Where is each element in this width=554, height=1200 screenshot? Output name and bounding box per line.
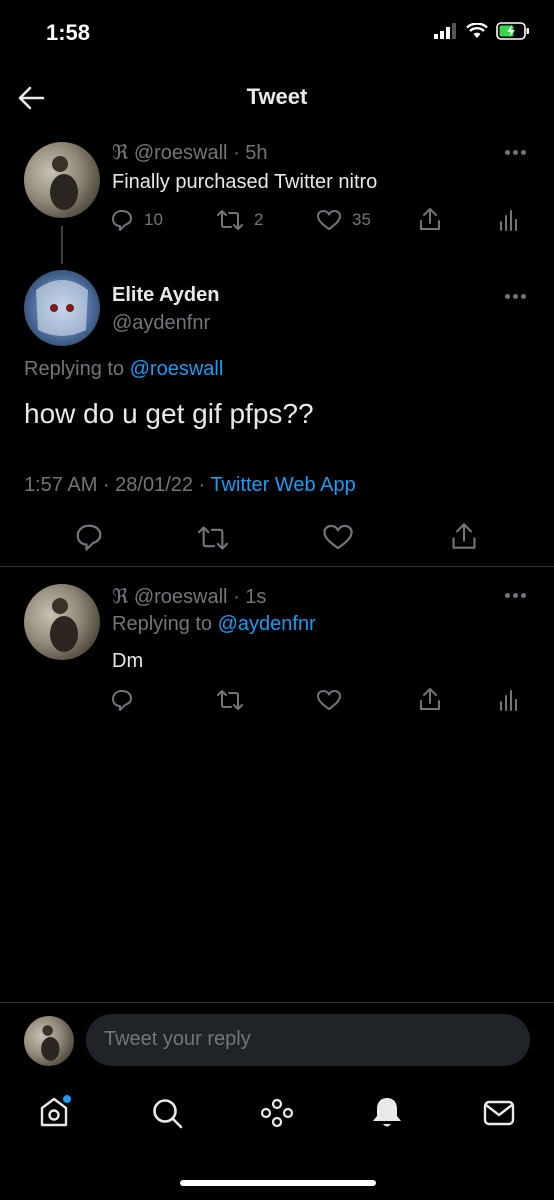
replying-to: Replying to @roeswall (24, 358, 223, 381)
battery-icon (496, 22, 529, 40)
divider (0, 566, 554, 567)
retweet-icon[interactable] (216, 688, 244, 712)
page-title: Tweet (246, 84, 308, 109)
tweet-time: · 1s (233, 586, 267, 608)
display-name[interactable]: Elite Ayden (112, 284, 219, 307)
replying-to-link[interactable]: @roeswall (130, 358, 224, 380)
reply-icon[interactable] (74, 522, 104, 552)
replying-prefix: Replying to (24, 358, 125, 380)
divider (0, 1002, 554, 1003)
more-options-icon[interactable] (505, 294, 531, 300)
avatar[interactable] (24, 1016, 74, 1066)
analytics-icon[interactable] (498, 208, 518, 232)
replying-prefix: Replying to (112, 613, 213, 635)
tweet-meta: 1:57 AM · 28/01/22 · Twitter Web App (24, 474, 356, 497)
replying-to-link[interactable]: @aydenfnr (218, 613, 316, 635)
tweet-header: ℜ @roeswall · 5h (112, 140, 268, 165)
source-link[interactable]: Twitter Web App (210, 474, 355, 496)
reply-icon[interactable] (110, 688, 134, 712)
username[interactable]: ℜ @roeswall (112, 142, 228, 164)
more-options-icon[interactable] (505, 150, 531, 156)
spaces-icon[interactable] (258, 1096, 296, 1130)
status-icons (434, 22, 530, 40)
share-icon[interactable] (418, 206, 442, 232)
heart-icon[interactable] (316, 688, 342, 712)
status-time: 1:58 (46, 20, 91, 45)
tweet-text: how do u get gif pfps?? (24, 398, 314, 429)
home-indicator (180, 1180, 376, 1186)
retweet-button[interactable]: 2 (216, 208, 263, 232)
heart-icon (317, 210, 341, 230)
avatar[interactable] (24, 584, 100, 660)
username[interactable]: @aydenfnr (112, 312, 210, 335)
notifications-icon[interactable] (370, 1094, 404, 1130)
like-count: 35 (352, 210, 371, 229)
reply-icon (112, 210, 132, 231)
replying-to: Replying to @aydenfnr (112, 613, 316, 636)
thread-line (61, 226, 63, 264)
username[interactable]: ℜ @roeswall (112, 586, 228, 608)
like-button[interactable]: 35 (316, 208, 371, 232)
retweet-icon (217, 210, 243, 230)
tweet-text: Finally purchased Twitter nitro (112, 171, 378, 193)
search-icon[interactable] (150, 1096, 184, 1130)
avatar[interactable] (24, 142, 100, 218)
share-icon[interactable] (450, 520, 478, 552)
messages-icon[interactable] (482, 1098, 516, 1128)
reply-count: 10 (144, 210, 163, 229)
avatar[interactable] (24, 270, 100, 346)
retweet-icon[interactable] (196, 524, 230, 552)
tweet-text: Dm (112, 650, 144, 672)
tweet-header: ℜ @roeswall · 1s (112, 584, 266, 609)
reply-placeholder: Tweet your reply (104, 1028, 251, 1050)
retweet-count: 2 (254, 210, 264, 229)
home-icon[interactable] (36, 1094, 72, 1130)
signal-icon (434, 23, 456, 39)
share-icon[interactable] (418, 686, 442, 712)
heart-icon[interactable] (322, 522, 354, 552)
wifi-icon (466, 23, 488, 38)
tweet-time: · 5h (233, 142, 268, 164)
analytics-icon[interactable] (498, 688, 518, 712)
reply-button[interactable]: 10 (110, 208, 163, 232)
timestamp: 1:57 AM · 28/01/22 · (24, 474, 206, 496)
more-options-icon[interactable] (505, 593, 531, 599)
